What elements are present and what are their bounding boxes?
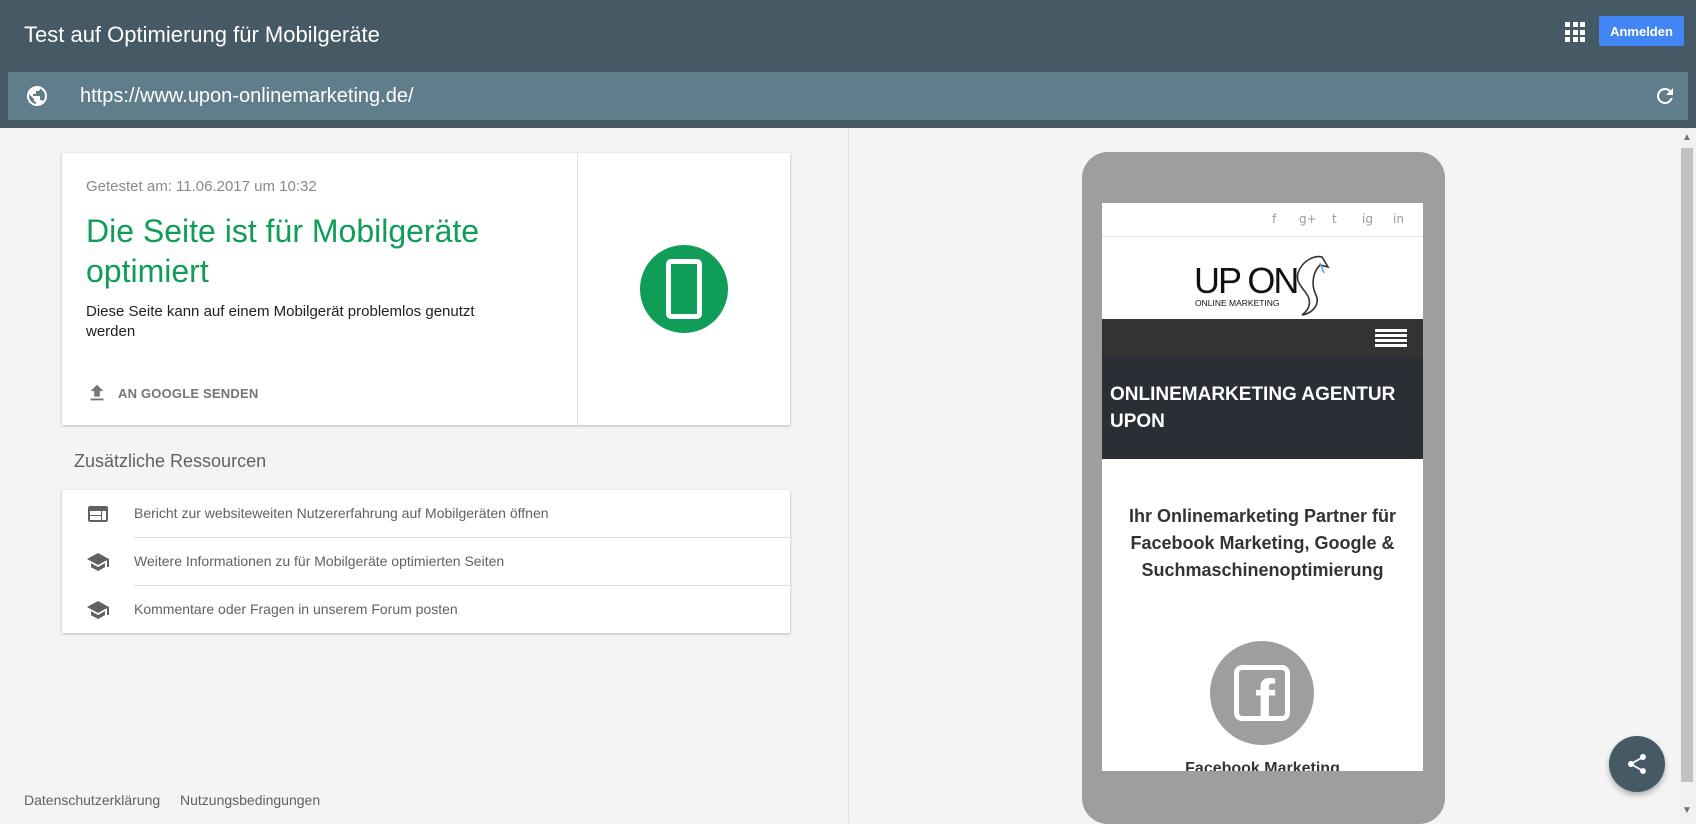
instagram-icon: ig — [1362, 212, 1373, 226]
facebook-feature-icon: f — [1210, 641, 1314, 745]
svg-text:ONLINE MARKETING: ONLINE MARKETING — [1195, 298, 1280, 308]
resource-label: Weitere Informationen zu für Mobilgeräte… — [134, 553, 505, 569]
result-title: Die Seite ist für Mobilgeräte optimiert — [86, 213, 480, 289]
apps-grid-icon[interactable] — [1565, 22, 1585, 42]
resource-label: Bericht zur websiteweiten Nutzererfahrun… — [134, 505, 549, 521]
hero-banner: ONLINEMARKETING AGENTUR UPON — [1102, 357, 1423, 459]
facebook-caption: Facebook Marketing — [1185, 760, 1340, 771]
mobile-friendly-icon — [640, 245, 728, 333]
scroll-up-arrow-icon[interactable]: ▲ — [1682, 132, 1692, 143]
web-report-icon — [88, 506, 108, 522]
hero-title: ONLINEMARKETING AGENTUR UPON — [1110, 384, 1396, 432]
upload-icon — [90, 384, 104, 401]
phone-frame: f g+ t ig in UP ON ONLINE MARKETING ONLI… — [1082, 152, 1445, 824]
facebook-icon: f — [1272, 212, 1277, 226]
share-icon — [1627, 754, 1646, 774]
social-bar: f g+ t ig in — [1102, 203, 1423, 237]
svg-text:UP ON: UP ON — [1194, 260, 1297, 301]
refresh-icon[interactable] — [1653, 84, 1677, 108]
card-divider — [577, 153, 578, 425]
resource-item-forum[interactable]: Kommentare oder Fragen in unserem Forum … — [62, 586, 790, 634]
privacy-link[interactable]: Datenschutzerklärung — [24, 792, 160, 808]
results-pane: Getestet am: 11.06.2017 um 10:32 Die Sei… — [0, 128, 848, 823]
site-nav-bar — [1102, 319, 1423, 357]
result-description: Diese Seite kann auf einem Mobilgerät pr… — [86, 303, 475, 340]
resources-heading: Zusätzliche Ressourcen — [74, 451, 267, 471]
school-icon — [87, 601, 109, 619]
resources-list: Bericht zur websiteweiten Nutzererfahrun… — [62, 490, 790, 633]
page-preview[interactable]: f g+ t ig in UP ON ONLINE MARKETING ONLI… — [1102, 203, 1423, 771]
resource-label: Kommentare oder Fragen in unserem Forum … — [134, 601, 458, 617]
linkedin-icon: in — [1393, 212, 1404, 226]
scroll-down-arrow-icon[interactable]: ▼ — [1682, 805, 1692, 816]
resource-item-info[interactable]: Weitere Informationen zu für Mobilgeräte… — [62, 538, 790, 586]
site-tagline: Ihr Onlinemarketing Partner für Facebook… — [1128, 506, 1397, 580]
resource-item-report[interactable]: Bericht zur websiteweiten Nutzererfahrun… — [62, 490, 790, 538]
scrollbar-thumb[interactable] — [1681, 148, 1693, 782]
school-icon — [87, 553, 109, 571]
tested-timestamp: Getestet am: 11.06.2017 um 10:32 — [86, 178, 317, 195]
twitter-icon: t — [1332, 212, 1337, 226]
google-plus-icon: g+ — [1299, 212, 1317, 226]
globe-icon — [27, 86, 47, 106]
url-bar[interactable]: https://www.upon-onlinemarketing.de/ — [8, 72, 1688, 120]
smartphone-icon — [666, 259, 702, 319]
app-header: Test auf Optimierung für Mobilgeräte Anm… — [0, 0, 1696, 128]
scrollbar[interactable]: ▲ ▼ — [1678, 128, 1696, 823]
share-button[interactable] — [1609, 736, 1665, 792]
submit-to-google-button[interactable]: AN GOOGLE SENDEN — [86, 381, 258, 405]
result-card: Getestet am: 11.06.2017 um 10:32 Die Sei… — [62, 153, 790, 425]
signin-button[interactable]: Anmelden — [1599, 16, 1684, 46]
url-input[interactable]: https://www.upon-onlinemarketing.de/ — [80, 85, 414, 108]
hamburger-menu-icon[interactable] — [1375, 329, 1407, 349]
facebook-letter: f — [1255, 668, 1275, 721]
page-title: Test auf Optimierung für Mobilgeräte — [24, 22, 380, 47]
facebook-logo-icon: f — [1234, 665, 1290, 721]
submit-label: AN GOOGLE SENDEN — [118, 385, 259, 401]
upon-logo: UP ON ONLINE MARKETING — [1194, 255, 1330, 316]
preview-pane: f g+ t ig in UP ON ONLINE MARKETING ONLI… — [848, 128, 1678, 824]
terms-link[interactable]: Nutzungsbedingungen — [180, 792, 320, 808]
